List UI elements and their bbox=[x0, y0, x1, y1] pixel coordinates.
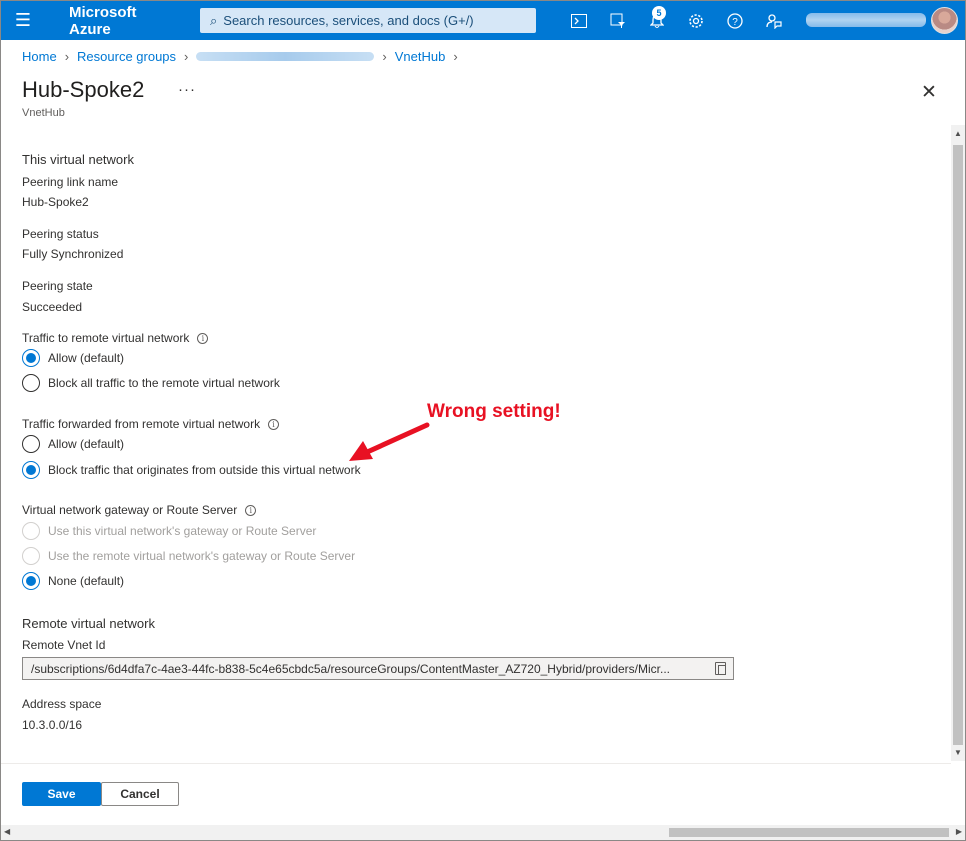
radio-label: None (default) bbox=[48, 574, 125, 588]
chevron-right-icon: › bbox=[453, 49, 458, 64]
chevron-right-icon: › bbox=[382, 49, 387, 64]
page-title: Hub-Spoke2 bbox=[22, 77, 145, 102]
radio-label: Allow (default) bbox=[48, 437, 125, 451]
radio-gateway-this: Use this virtual network's gateway or Ro… bbox=[22, 522, 316, 540]
search-placeholder: Search resources, services, and docs (G+… bbox=[223, 13, 474, 28]
radio-label: Allow (default) bbox=[48, 351, 125, 365]
address-space-label: Address space bbox=[22, 697, 102, 711]
notifications-icon[interactable]: 5 bbox=[637, 1, 676, 40]
search-icon: ⌕ bbox=[210, 12, 218, 28]
peering-link-name-value: Hub-Spoke2 bbox=[22, 195, 89, 209]
info-icon[interactable]: i bbox=[268, 419, 280, 430]
info-icon[interactable]: i bbox=[245, 505, 257, 516]
cloud-shell-icon[interactable] bbox=[559, 1, 598, 40]
top-icon-bar: 5 ? bbox=[559, 1, 793, 40]
help-icon[interactable]: ? bbox=[715, 1, 754, 40]
peering-status-label: Peering status bbox=[22, 227, 99, 241]
svg-text:?: ? bbox=[732, 17, 738, 28]
more-options-icon[interactable]: ··· bbox=[178, 81, 196, 98]
radio-disabled-icon bbox=[22, 547, 40, 565]
info-icon[interactable]: i bbox=[197, 333, 209, 344]
radio-unselected-icon bbox=[22, 374, 40, 392]
radio-traffic-forwarded-allow[interactable]: Allow (default) bbox=[22, 435, 124, 453]
peering-state-value: Succeeded bbox=[22, 300, 83, 314]
wrong-setting-annotation: Wrong setting! bbox=[427, 401, 561, 422]
search-input[interactable]: ⌕ Search resources, services, and docs (… bbox=[200, 8, 536, 33]
scroll-left-icon[interactable]: ◀ bbox=[4, 827, 10, 836]
chevron-right-icon: › bbox=[184, 49, 189, 64]
radio-gateway-remote: Use the remote virtual network's gateway… bbox=[22, 547, 355, 565]
traffic-forwarded-text: Traffic forwarded from remote virtual ne… bbox=[22, 417, 261, 431]
remote-vnet-id-field[interactable]: /subscriptions/6d4dfa7c-4ae3-44fc-b838-5… bbox=[22, 657, 734, 680]
radio-traffic-to-remote-allow[interactable]: Allow (default) bbox=[22, 349, 124, 367]
account-name-redacted[interactable] bbox=[806, 13, 926, 27]
copy-icon[interactable] bbox=[715, 662, 726, 675]
hamburger-icon[interactable]: ☰ bbox=[1, 1, 45, 40]
radio-label: Block traffic that originates from outsi… bbox=[48, 463, 361, 477]
scroll-up-icon[interactable]: ▲ bbox=[954, 129, 962, 138]
avatar[interactable] bbox=[931, 7, 958, 34]
brand-title[interactable]: Microsoft Azure bbox=[69, 4, 181, 38]
gateway-text: Virtual network gateway or Route Server bbox=[22, 503, 238, 517]
traffic-to-remote-text: Traffic to remote virtual network bbox=[22, 331, 190, 345]
vertical-scrollbar[interactable]: ▲ ▼ bbox=[951, 125, 965, 761]
breadcrumb-vnet[interactable]: VnetHub bbox=[395, 49, 446, 64]
peering-status-value: Fully Synchronized bbox=[22, 247, 124, 261]
scrollbar-thumb[interactable] bbox=[669, 828, 949, 837]
remote-vnet-id-value: /subscriptions/6d4dfa7c-4ae3-44fc-b838-5… bbox=[31, 661, 671, 676]
cancel-button[interactable]: Cancel bbox=[101, 782, 179, 806]
page-subtitle: VnetHub bbox=[22, 107, 65, 119]
radio-gateway-none[interactable]: None (default) bbox=[22, 572, 124, 590]
radio-unselected-icon bbox=[22, 435, 40, 453]
radio-disabled-icon bbox=[22, 522, 40, 540]
address-space-value: 10.3.0.0/16 bbox=[22, 718, 83, 732]
section-remote-network: Remote virtual network bbox=[22, 616, 155, 631]
top-nav-bar: ☰ Microsoft Azure ⌕ Search resources, se… bbox=[1, 1, 965, 40]
traffic-forwarded-label: Traffic forwarded from remote virtual ne… bbox=[22, 417, 280, 431]
horizontal-scrollbar[interactable]: ◀ ▶ bbox=[1, 825, 965, 840]
red-arrow-icon bbox=[349, 422, 430, 461]
footer-divider bbox=[1, 763, 951, 764]
radio-label: Use this virtual network's gateway or Ro… bbox=[48, 524, 317, 538]
save-button[interactable]: Save bbox=[22, 782, 101, 806]
scrollbar-thumb[interactable] bbox=[953, 145, 963, 745]
breadcrumb: Home › Resource groups › › VnetHub › bbox=[22, 49, 466, 64]
breadcrumb-resource-group-redacted[interactable] bbox=[196, 52, 375, 61]
notification-count-badge: 5 bbox=[652, 6, 666, 20]
settings-icon[interactable] bbox=[676, 1, 715, 40]
radio-selected-icon bbox=[22, 349, 40, 367]
remote-vnet-id-label: Remote Vnet Id bbox=[22, 638, 106, 652]
radio-label: Block all traffic to the remote virtual … bbox=[48, 376, 280, 390]
radio-selected-icon bbox=[22, 572, 40, 590]
scroll-down-icon[interactable]: ▼ bbox=[954, 748, 962, 757]
peering-state-label: Peering state bbox=[22, 279, 93, 293]
breadcrumb-home[interactable]: Home bbox=[22, 49, 57, 64]
traffic-to-remote-label: Traffic to remote virtual network i bbox=[22, 331, 209, 345]
directory-filter-icon[interactable] bbox=[598, 1, 637, 40]
breadcrumb-resource-groups[interactable]: Resource groups bbox=[77, 49, 176, 64]
peering-settings-panel: This virtual network Peering link name H… bbox=[1, 141, 951, 761]
radio-traffic-forwarded-block[interactable]: Block traffic that originates from outsi… bbox=[22, 461, 361, 479]
radio-selected-icon bbox=[22, 461, 40, 479]
feedback-icon[interactable] bbox=[754, 1, 793, 40]
radio-traffic-to-remote-block[interactable]: Block all traffic to the remote virtual … bbox=[22, 374, 280, 392]
gateway-label: Virtual network gateway or Route Server i bbox=[22, 503, 257, 517]
close-icon[interactable]: ✕ bbox=[921, 81, 937, 104]
scroll-right-icon[interactable]: ▶ bbox=[956, 827, 962, 836]
radio-label: Use the remote virtual network's gateway… bbox=[48, 549, 356, 563]
section-this-network: This virtual network bbox=[22, 152, 134, 167]
chevron-right-icon: › bbox=[64, 49, 70, 64]
peering-link-name-label: Peering link name bbox=[22, 175, 119, 189]
